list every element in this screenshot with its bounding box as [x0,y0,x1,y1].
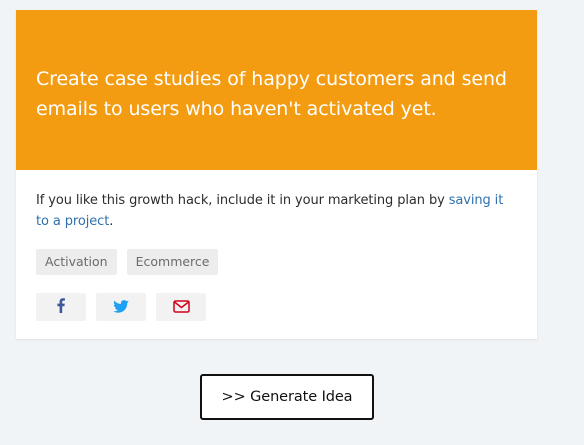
tag-ecommerce[interactable]: Ecommerce [126,249,219,275]
idea-headline: Create case studies of happy customers a… [36,68,507,120]
generate-idea-button[interactable]: >> Generate Idea [200,374,374,420]
tag-activation[interactable]: Activation [36,249,117,275]
share-email-button[interactable] [156,293,206,321]
twitter-icon [113,298,129,317]
facebook-icon [57,297,65,317]
share-twitter-button[interactable] [96,293,146,321]
growth-hack-card: Create case studies of happy customers a… [16,10,537,339]
share-buttons [36,293,517,321]
card-banner: Create case studies of happy customers a… [16,10,537,170]
description-suffix: . [109,214,114,229]
card-description: If you like this growth hack, include it… [36,190,517,232]
card-body: If you like this growth hack, include it… [16,170,537,321]
share-facebook-button[interactable] [36,293,86,321]
tag-list: Activation Ecommerce [36,249,517,275]
email-icon [172,298,190,317]
description-text: If you like this growth hack, include it… [36,193,449,208]
